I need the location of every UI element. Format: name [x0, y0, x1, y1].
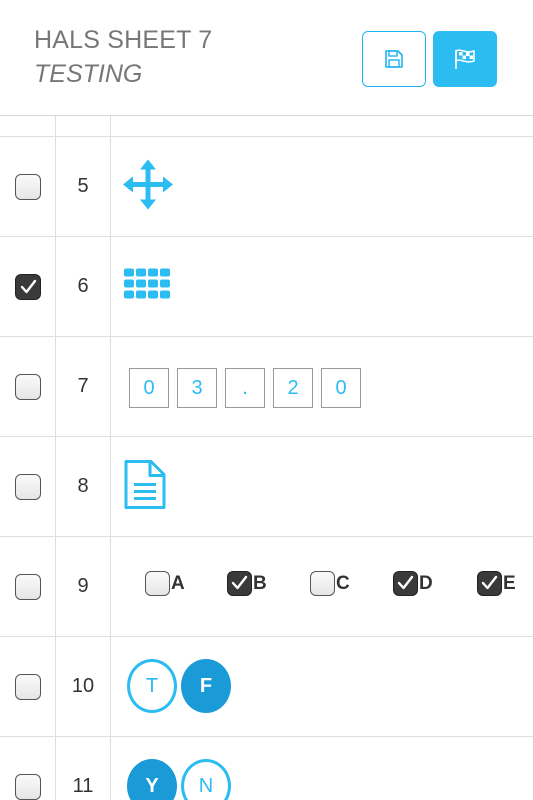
digit-box[interactable]: 2 — [273, 368, 313, 408]
option-checkbox[interactable] — [145, 571, 170, 596]
table-row: 9 A B C D E — [0, 537, 533, 637]
row-checkbox[interactable] — [15, 773, 41, 800]
option-d[interactable]: D — [393, 571, 433, 596]
digit-box[interactable]: 0 — [129, 368, 169, 408]
option-c[interactable]: C — [310, 571, 350, 596]
no-choice-button[interactable]: N — [181, 759, 231, 800]
option-checkbox[interactable] — [477, 571, 502, 596]
row-checkbox[interactable] — [15, 273, 41, 300]
row-number: 7 — [56, 337, 111, 436]
row-checkbox[interactable] — [15, 473, 41, 500]
option-label: C — [336, 572, 350, 594]
option-group: A B C D E — [145, 537, 533, 636]
option-checkbox[interactable] — [227, 571, 252, 596]
header-bar: HALS SHEET 7 TESTING — [0, 0, 533, 116]
document-icon[interactable] — [123, 459, 167, 514]
floppy-disk-icon — [385, 50, 403, 68]
row-checkbox[interactable] — [15, 373, 41, 400]
digit-entry: 0 3 . 2 0 — [129, 368, 369, 408]
move-arrows-icon[interactable] — [123, 159, 173, 214]
option-label: A — [171, 572, 185, 594]
grid-dots-icon[interactable] — [123, 265, 173, 308]
sheet-title: HALS SHEET 7 — [34, 26, 213, 54]
sheet-table: 5 6 7 0 3 . 2 0 8 9 A B C D E 10 T F 11 … — [0, 116, 533, 800]
option-e[interactable]: E — [477, 571, 516, 596]
yes-choice-button[interactable]: Y — [127, 759, 177, 800]
row-checkbox[interactable] — [15, 173, 41, 200]
option-a[interactable]: A — [145, 571, 185, 596]
row-number: 6 — [56, 237, 111, 336]
option-label: D — [419, 572, 433, 594]
digit-box[interactable]: 0 — [321, 368, 361, 408]
row-number: 5 — [56, 137, 111, 236]
false-choice-button[interactable]: F — [181, 659, 231, 713]
checkered-flag-icon — [455, 49, 475, 69]
table-row: 11 Y N — [0, 737, 533, 800]
option-b[interactable]: B — [227, 571, 267, 596]
row-number: 11 — [56, 737, 111, 800]
row-number: 8 — [56, 437, 111, 536]
row-number: 9 — [56, 537, 111, 636]
digit-box[interactable]: . — [225, 368, 265, 408]
row-checkbox[interactable] — [15, 573, 41, 600]
option-checkbox[interactable] — [393, 571, 418, 596]
option-checkbox[interactable] — [310, 571, 335, 596]
table-row: 6 — [0, 237, 533, 337]
row-number: 10 — [56, 637, 111, 736]
save-button[interactable] — [362, 31, 426, 87]
digit-box[interactable]: 3 — [177, 368, 217, 408]
table-header-row — [0, 116, 533, 137]
table-row: 7 0 3 . 2 0 — [0, 337, 533, 437]
table-row: 8 — [0, 437, 533, 537]
table-row: 5 — [0, 137, 533, 237]
true-choice-button[interactable]: T — [127, 659, 177, 713]
row-checkbox[interactable] — [15, 673, 41, 700]
finish-button[interactable] — [433, 31, 497, 87]
option-label: E — [503, 572, 516, 594]
option-label: B — [253, 572, 267, 594]
sheet-subtitle: TESTING — [34, 60, 143, 88]
table-row: 10 T F — [0, 637, 533, 737]
